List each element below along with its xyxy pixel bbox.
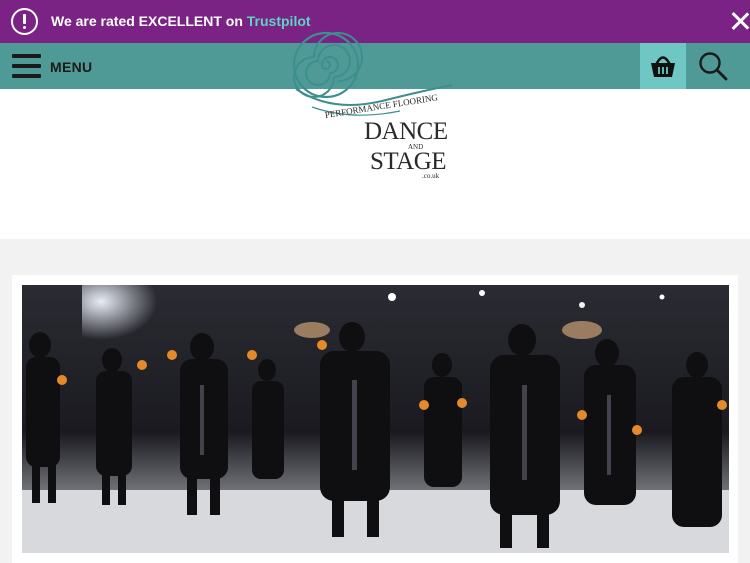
logo-domain: .co.uk bbox=[422, 172, 440, 180]
menu-button[interactable]: MENU bbox=[50, 59, 92, 75]
rating-notice: We are rated EXCELLENT on Trustpilot bbox=[51, 13, 311, 29]
hamburger-menu-icon[interactable] bbox=[12, 54, 41, 78]
close-icon[interactable] bbox=[730, 11, 750, 31]
logo-word-dance: DANCE bbox=[364, 118, 448, 145]
info-alert-icon bbox=[11, 8, 38, 35]
dance-performance-photo bbox=[22, 285, 729, 553]
basket-icon bbox=[651, 56, 675, 77]
logo-tagline: PERFORMANCE FLOORING bbox=[324, 92, 439, 120]
search-icon bbox=[699, 52, 728, 81]
spiral-logo-icon: PERFORMANCE FLOORING bbox=[292, 31, 453, 120]
basket-button[interactable] bbox=[640, 43, 686, 89]
hero-image[interactable] bbox=[22, 285, 729, 553]
search-button[interactable] bbox=[690, 43, 736, 89]
rating-notice-text: We are rated EXCELLENT on bbox=[51, 13, 247, 29]
